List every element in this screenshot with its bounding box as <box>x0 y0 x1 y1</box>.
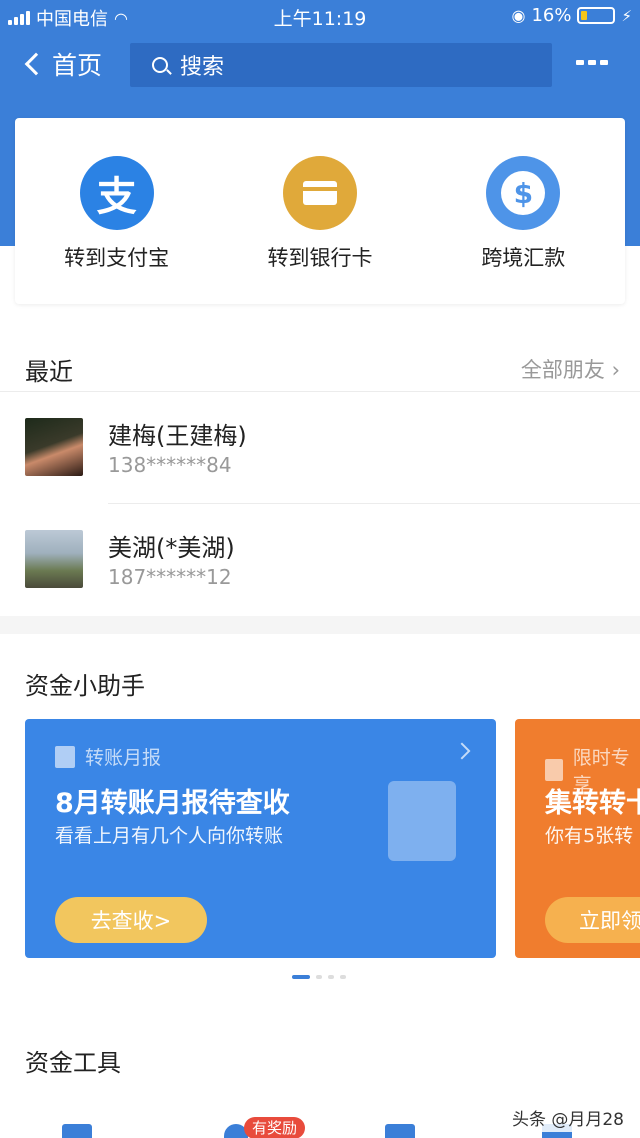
carousel-dot <box>340 975 346 979</box>
cross-border-remit-button[interactable]: $ 跨境汇款 <box>422 118 625 304</box>
bank-card-icon <box>282 156 357 230</box>
charging-icon: ⚡ <box>621 6 632 25</box>
cross-border-remit-label: 跨境汇款 <box>481 246 566 270</box>
status-bar: 中国电信 ◠ 上午11:19 ◉ 16% ⚡ <box>0 0 640 32</box>
tool-icon[interactable] <box>62 1124 92 1138</box>
contact-row[interactable]: 建梅(王建梅) 138******84 <box>0 418 640 528</box>
transfer-to-alipay-label: 转到支付宝 <box>64 246 170 270</box>
all-friends-label: 全部朋友 <box>520 358 605 382</box>
back-label: 首页 <box>52 51 103 80</box>
carousel-indicator <box>292 975 346 979</box>
avatar <box>25 418 83 476</box>
card-headline: 集转转卡 <box>545 788 640 819</box>
carousel-dot <box>316 975 322 979</box>
dollar-glyph: $ <box>513 176 534 210</box>
claim-now-button[interactable]: 立即领取 <box>545 897 640 943</box>
contact-phone: 138******84 <box>108 453 232 477</box>
avatar <box>25 530 83 588</box>
dollar-coin-icon: $ <box>501 171 546 215</box>
nav-bar: 首页 搜索 <box>0 40 640 90</box>
battery-icon <box>577 7 616 24</box>
gift-card-icon <box>545 759 563 781</box>
rotation-lock-icon: ◉ <box>511 6 526 25</box>
transfer-actions-card: 支 转到支付宝 转到银行卡 $ 跨境汇款 <box>15 118 625 304</box>
alipay-icon: 支 <box>79 156 154 230</box>
transfer-to-bank-card-button[interactable]: 转到银行卡 <box>218 118 421 304</box>
card-subtitle: 你有5张转 <box>545 825 634 847</box>
back-button[interactable]: 首页 <box>24 46 103 82</box>
contact-name: 美湖(*美湖) <box>108 534 235 562</box>
document-illustration-icon <box>388 781 456 861</box>
watermark: 头条 @月月28 <box>507 1103 628 1132</box>
assistant-title: 资金小助手 <box>25 672 145 700</box>
carousel-dot-active <box>292 975 310 979</box>
divider <box>108 503 640 504</box>
recent-title: 最近 <box>25 358 73 386</box>
divider <box>0 391 640 392</box>
contact-phone: 187******12 <box>108 565 232 589</box>
battery-percent: 16% <box>531 5 572 26</box>
section-gap <box>0 616 640 634</box>
card-subtitle: 看看上月有几个人向你转账 <box>55 825 284 847</box>
more-icon[interactable] <box>576 60 608 65</box>
card-headline: 8月转账月报待查收 <box>55 788 290 819</box>
tools-title: 资金工具 <box>25 1049 121 1077</box>
cross-border-remit-icon: $ <box>486 156 561 230</box>
contact-name: 建梅(王建梅) <box>108 422 247 450</box>
search-input[interactable]: 搜索 <box>130 43 552 87</box>
calendar-icon[interactable] <box>385 1124 415 1138</box>
back-chevron-icon <box>24 52 48 76</box>
monthly-report-card[interactable]: 转账月报 8月转账月报待查收 看看上月有几个人向你转账 去查收> <box>25 719 496 958</box>
card-tag-label: 转账月报 <box>85 747 162 769</box>
search-icon <box>152 57 168 73</box>
card-tag: 转账月报 <box>55 743 161 770</box>
chevron-right-icon <box>453 742 471 760</box>
check-report-button[interactable]: 去查收> <box>55 897 207 943</box>
report-icon <box>55 745 75 768</box>
search-placeholder: 搜索 <box>180 55 225 80</box>
transfer-to-alipay-button[interactable]: 支 转到支付宝 <box>15 118 218 304</box>
chevron-right-icon: › <box>611 358 620 382</box>
all-friends-link[interactable]: 全部朋友 › <box>521 354 620 384</box>
transfer-to-bank-card-label: 转到银行卡 <box>267 246 373 270</box>
reward-badge: 有奖励 <box>244 1117 306 1138</box>
carousel-dot <box>328 975 334 979</box>
card-glyph <box>302 181 337 205</box>
alipay-glyph: 支 <box>96 174 137 220</box>
limited-offer-card[interactable]: 限时专享 集转转卡 你有5张转 立即领取 <box>515 719 640 958</box>
